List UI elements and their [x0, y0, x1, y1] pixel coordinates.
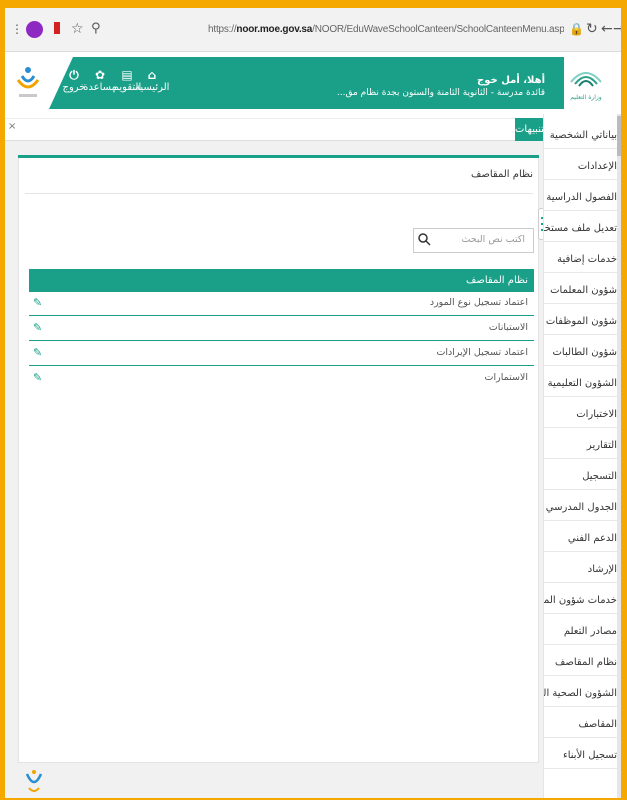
notifications-close-icon[interactable]: ×: [8, 121, 16, 132]
search-icon[interactable]: ⚲: [91, 19, 101, 39]
sidebar-item-education[interactable]: الشؤون التعليمية: [544, 370, 621, 397]
sidebar-item-canteen-system[interactable]: نظام المقاصف: [544, 649, 621, 676]
star-icon[interactable]: ☆: [71, 19, 84, 39]
sidebar: بياناتي الشخصية الإعدادات الفصول الدراسي…: [543, 114, 621, 798]
panel-accent-line: [18, 155, 539, 158]
page-title: نظام المقاصف: [471, 169, 533, 180]
screen: ⋮ ☆ ⚲ https://noor.moe.gov.sa/NOOR/EduWa…: [5, 8, 621, 798]
ministry-logo-mark: [570, 72, 602, 87]
table-row[interactable]: اعتماد تسجيل نوع المورد ✎: [29, 292, 534, 316]
sidebar-item-profile[interactable]: بياناتي الشخصية: [544, 122, 621, 149]
scrollbar-track[interactable]: [617, 114, 621, 798]
sidebar-item-registration[interactable]: التسجيل: [544, 463, 621, 490]
url-prefix: https://: [208, 24, 237, 35]
sidebar-item-children[interactable]: تسجيل الأبناء: [544, 742, 621, 769]
noor-logo: [16, 67, 40, 97]
edit-icon[interactable]: ✎: [33, 372, 42, 384]
lock-icon[interactable]: 🔒: [569, 19, 584, 39]
nav-calendar-label: التقويم: [112, 82, 142, 93]
table-row[interactable]: الاستبانات ✎: [29, 317, 534, 341]
sidebar-item-guidance[interactable]: الإرشاد: [544, 556, 621, 583]
menu-icon[interactable]: ⋮: [11, 19, 23, 39]
notifications-bar: [5, 118, 543, 141]
row-label: اعتماد تسجيل الإيرادات: [436, 347, 528, 358]
ministry-logo: وزارة التعليم: [563, 62, 609, 102]
notifications-tab[interactable]: التنبيهات: [515, 118, 550, 141]
sidebar-item-classes[interactable]: الفصول الدراسية: [544, 184, 621, 211]
nav-logout-label: خروج: [62, 82, 86, 93]
noor-footer-logo: [25, 770, 43, 792]
nav-logout[interactable]: ⏻ خروج: [57, 68, 91, 94]
edit-icon[interactable]: ✎: [33, 347, 42, 359]
sidebar-item-learning[interactable]: مصادر التعلم: [544, 618, 621, 645]
url-path: /NOOR/EduWaveSchoolCanteen/SchoolCanteen…: [312, 24, 564, 35]
sidebar-item-reports[interactable]: التقارير: [544, 432, 621, 459]
refresh-icon[interactable]: ↻: [586, 19, 598, 39]
url-domain: noor.moe.gov.sa: [236, 24, 313, 35]
search-input[interactable]: اكتب نص البحث: [413, 228, 534, 253]
greeting: أهلا، أمل خوج: [477, 75, 545, 86]
forward-icon[interactable]: →: [613, 19, 621, 39]
user-info: أهلا، أمل خوج قائدة مدرسة - الثانوية الث…: [335, 74, 545, 99]
browser-toolbar: ⋮ ☆ ⚲ https://noor.moe.gov.sa/NOOR/EduWa…: [5, 8, 621, 52]
edit-icon[interactable]: ✎: [33, 322, 42, 334]
divider: [25, 193, 533, 194]
sidebar-item-staff[interactable]: شؤون الموظفات: [544, 308, 621, 335]
table-header: نظام المقاصف: [29, 269, 534, 292]
address-bar[interactable]: https://noor.moe.gov.sa/NOOR/EduWaveScho…: [208, 22, 564, 38]
table-row[interactable]: الاستمارات ✎: [29, 367, 534, 391]
sidebar-item-edit-user[interactable]: تعديل ملف مستخدم: [544, 215, 621, 242]
row-label: الاستمارات: [484, 372, 528, 383]
sidebar-item-teachers[interactable]: شؤون المعلمات: [544, 277, 621, 304]
back-icon[interactable]: ←: [601, 19, 613, 39]
row-label: اعتماد تسجيل نوع المورد: [429, 297, 528, 308]
sidebar-item-teacher-services[interactable]: خدمات شؤون المعلمين: [544, 587, 621, 614]
logout-icon: ⏻: [69, 68, 79, 82]
edit-icon[interactable]: ✎: [33, 297, 42, 309]
sidebar-item-exams[interactable]: الاختبارات: [544, 401, 621, 428]
ministry-logo-text: وزارة التعليم: [570, 94, 602, 101]
sidebar-item-schedule[interactable]: الجدول المدرسي: [544, 494, 621, 521]
school-role: قائدة مدرسة - الثانوية الثامنة والستون ب…: [336, 88, 545, 98]
bookmark-ribbon-icon[interactable]: [54, 22, 60, 34]
sidebar-item-settings[interactable]: الإعدادات: [544, 153, 621, 180]
table-row[interactable]: اعتماد تسجيل الإيرادات ✎: [29, 342, 534, 366]
scrollbar-thumb[interactable]: [617, 116, 621, 156]
extension-icon[interactable]: [26, 21, 43, 38]
row-label: الاستبانات: [488, 322, 528, 333]
sidebar-item-extra-services[interactable]: خدمات إضافية: [544, 246, 621, 273]
search-placeholder: اكتب نص البحث: [461, 234, 525, 245]
sidebar-item-health[interactable]: الشؤون الصحية المدرسية: [544, 680, 621, 707]
sidebar-item-support[interactable]: الدعم الفني: [544, 525, 621, 552]
search-icon[interactable]: [417, 232, 431, 246]
app-header: ⌂ الرئيسية ▤ التقويم ✿ مساعدة ⏻ خروج أهل…: [5, 52, 621, 114]
sidebar-item-students[interactable]: شؤون الطالبات: [544, 339, 621, 366]
sidebar-item-canteens[interactable]: المقاصف: [544, 711, 621, 738]
